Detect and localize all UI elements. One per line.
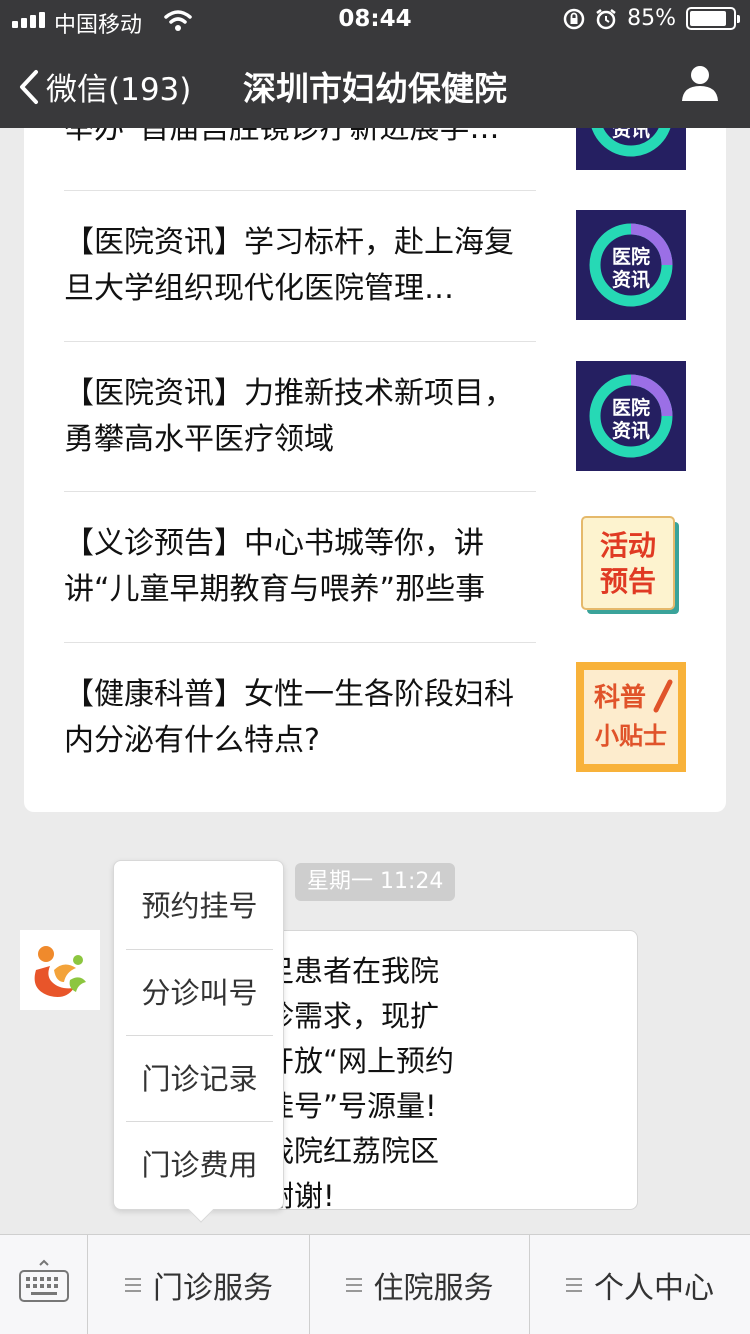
- article-item[interactable]: 【健康科普】女性一生各阶段妇科内分泌有什么特点? 科普 小贴士: [64, 662, 686, 772]
- article-title: 【医院资讯】学习标杆，赴上海复旦大学组织现代化医院管理…: [64, 225, 514, 306]
- article-item[interactable]: 【医院资讯】力推新技术新项目，勇攀高水平医疗领域 医院 资讯: [64, 361, 686, 471]
- thumb-text: 活动: [600, 529, 656, 562]
- hamburger-icon: [566, 1278, 582, 1292]
- divider: [64, 642, 536, 643]
- thumb-text: 小贴士: [595, 722, 667, 750]
- menu-label: 住院服务: [373, 1271, 494, 1306]
- battery-icon: [686, 7, 740, 30]
- menu-item-fees[interactable]: 门诊费用: [126, 1122, 273, 1208]
- article-item[interactable]: 【义诊预告】中心书城等你，讲讲“儿童早期教育与喂养”那些事 活动 预告: [64, 511, 686, 621]
- divider: [64, 341, 536, 342]
- article-item[interactable]: 【医院资讯】学习标杆，赴上海复旦大学组织现代化医院管理… 医院 资讯: [64, 210, 686, 320]
- submenu-popup: 预约挂号 分诊叫号 门诊记录 门诊费用: [113, 860, 284, 1223]
- thumb-text: 资讯: [612, 419, 650, 442]
- alarm-icon: [596, 8, 616, 29]
- article-title: 【健康科普】女性一生各阶段妇科内分泌有什么特点?: [64, 677, 514, 758]
- science-thumbnail-icon: 科普 小贴士: [576, 662, 686, 772]
- menu-item-appointment[interactable]: 预约挂号: [126, 863, 273, 949]
- page-title: 深圳市妇幼保健院: [243, 69, 507, 108]
- menu-item-records[interactable]: 门诊记录: [126, 1036, 273, 1122]
- article-title: 【医院资讯】力推新技术新项目，勇攀高水平医疗领域: [64, 376, 514, 457]
- menu-personal-center[interactable]: 个人中心: [530, 1235, 750, 1334]
- battery-percent: 85%: [627, 6, 676, 31]
- keyboard-toggle-button[interactable]: [0, 1235, 88, 1334]
- navigation-bar: 微信(193) 深圳市妇幼保健院: [0, 40, 750, 128]
- hospital-avatar[interactable]: [20, 930, 100, 1010]
- article-title: 【义诊预告】中心书城等你，讲讲“儿童早期教育与喂养”那些事: [64, 526, 486, 607]
- chat-timestamp: 星期一 11:24: [295, 863, 456, 901]
- rotation-lock-icon: [563, 8, 585, 29]
- menu-inpatient-service[interactable]: 住院服务: [310, 1235, 530, 1334]
- news-thumbnail-icon: 医院 资讯: [576, 210, 686, 320]
- menu-label: 门诊服务: [153, 1271, 273, 1306]
- keyboard-icon: [19, 1259, 69, 1302]
- hamburger-icon: [125, 1278, 141, 1292]
- event-thumbnail-icon: 活动 预告: [576, 511, 686, 621]
- thumb-text: 医院: [612, 396, 650, 419]
- hamburger-icon: [345, 1278, 362, 1292]
- status-bar: 中国移动 08:44 85%: [0, 0, 750, 40]
- person-icon[interactable]: [680, 64, 720, 102]
- menu-outpatient-service[interactable]: 门诊服务: [89, 1235, 310, 1334]
- thumb-text: 科普: [594, 682, 646, 713]
- menu-item-queue[interactable]: 分诊叫号: [126, 950, 273, 1036]
- news-thumbnail-icon: 医院 资讯: [576, 361, 686, 471]
- article-card: 举办“首届宫腔镜诊疗新进展学… 医院 资讯 【医院资讯】学习标杆，赴上海复旦大学…: [24, 92, 726, 812]
- thumb-text: 预告: [600, 565, 656, 598]
- divider: [64, 190, 536, 191]
- divider: [64, 491, 536, 492]
- menu-label: 个人中心: [594, 1271, 714, 1306]
- thumb-text: 医院: [612, 245, 650, 268]
- thumb-text: 资讯: [612, 268, 650, 291]
- bottom-menu-bar: 门诊服务 住院服务 个人中心: [0, 1234, 750, 1334]
- top-bar: 中国移动 08:44 85% 微信(193) 深圳市妇幼保健院: [0, 0, 750, 128]
